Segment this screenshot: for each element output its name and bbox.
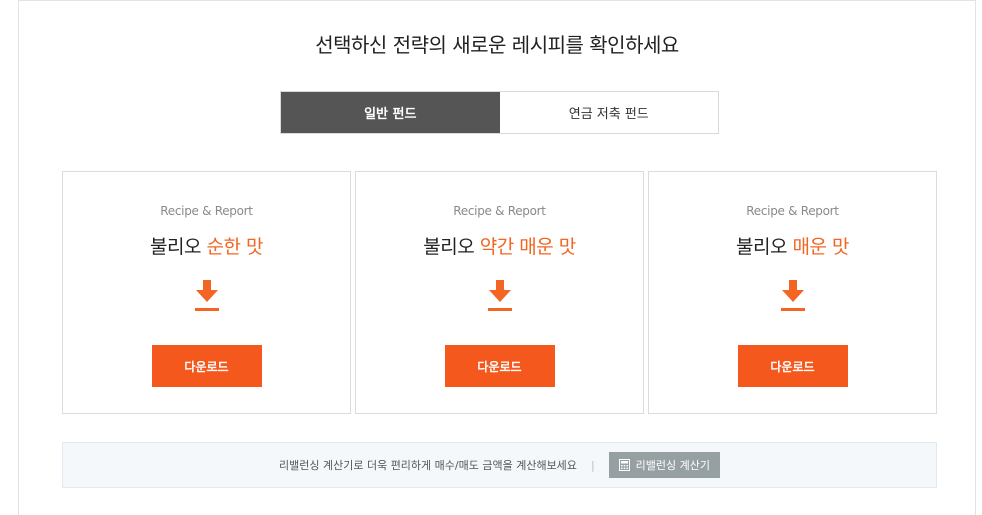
download-arrow-icon: [487, 280, 512, 311]
card-title-accent: 약간 매운 맛: [479, 236, 576, 258]
download-arrow-icon: [780, 280, 805, 311]
rebalancing-calculator-bar: 리밸런싱 계산기로 더욱 편리하게 매수/매도 금액을 계산해보세요 | 리밸런…: [62, 442, 937, 488]
card-title: 불리오 매운 맛: [649, 232, 936, 259]
card-title-prefix: 불리오: [150, 236, 207, 258]
divider: |: [590, 458, 595, 472]
rebalancing-calculator-button[interactable]: 리밸런싱 계산기: [608, 452, 720, 478]
recipe-cards: Recipe & Report 불리오 순한 맛 다운로드 Recipe & R…: [62, 171, 937, 414]
card-subtitle: Recipe & Report: [453, 204, 546, 218]
recipe-card-mild: Recipe & Report 불리오 순한 맛 다운로드: [62, 171, 351, 414]
recipe-card-spicy: Recipe & Report 불리오 매운 맛 다운로드: [648, 171, 937, 414]
card-title-accent: 순한 맛: [206, 236, 264, 258]
main-panel: 선택하신 전략의 새로운 레시피를 확인하세요 일반 펀드 연금 저축 펀드 R…: [18, 0, 976, 515]
page-title: 선택하신 전략의 새로운 레시피를 확인하세요: [315, 33, 679, 57]
calculator-icon: [618, 459, 630, 471]
card-title-prefix: 불리오: [736, 236, 793, 258]
card-title-accent: 매운 맛: [792, 236, 850, 258]
download-button[interactable]: 다운로드: [444, 345, 555, 387]
download-button[interactable]: 다운로드: [737, 345, 848, 387]
calculator-button-label: 리밸런싱 계산기: [635, 459, 710, 472]
tab-general-fund[interactable]: 일반 펀드: [281, 92, 500, 133]
tab-pension-savings-fund[interactable]: 연금 저축 펀드: [499, 92, 718, 133]
card-title-prefix: 불리오: [423, 236, 480, 258]
download-button[interactable]: 다운로드: [151, 345, 262, 387]
card-title: 불리오 약간 매운 맛: [356, 232, 643, 259]
calculator-prompt: 리밸런싱 계산기로 더욱 편리하게 매수/매도 금액을 계산해보세요: [279, 459, 577, 472]
card-title: 불리오 순한 맛: [63, 232, 350, 259]
fund-type-tabs: 일반 펀드 연금 저축 펀드: [280, 91, 719, 134]
recipe-card-medium: Recipe & Report 불리오 약간 매운 맛 다운로드: [355, 171, 644, 414]
card-subtitle: Recipe & Report: [160, 204, 253, 218]
card-subtitle: Recipe & Report: [746, 204, 839, 218]
download-arrow-icon: [194, 280, 219, 311]
